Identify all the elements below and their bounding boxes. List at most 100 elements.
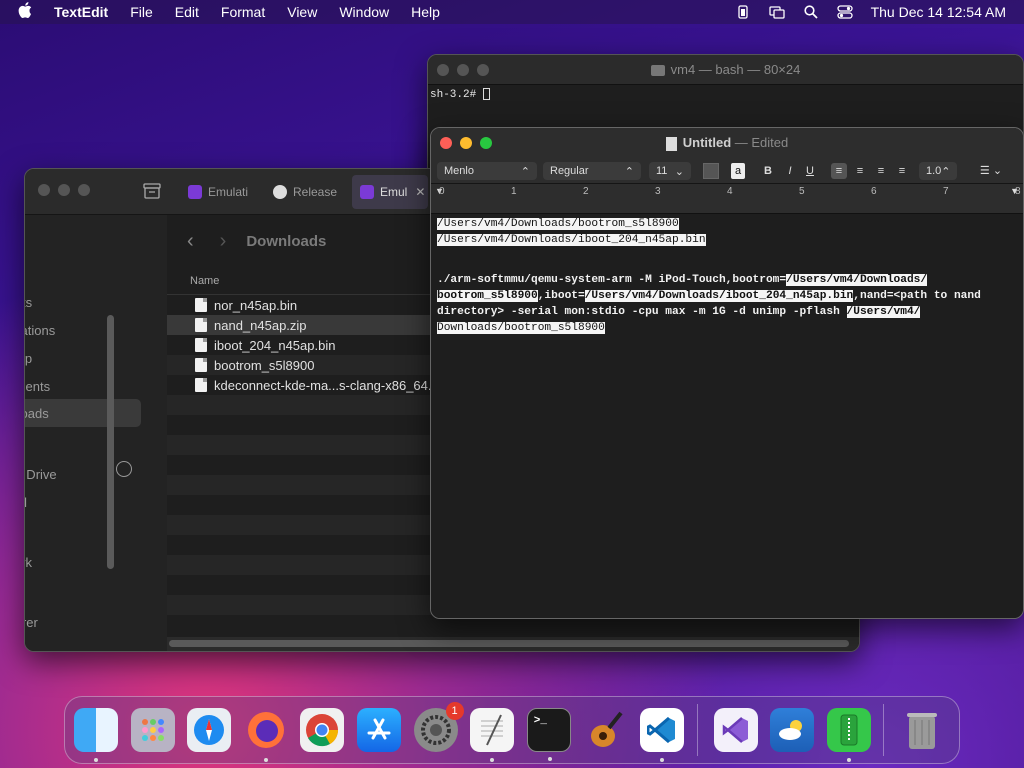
- menu-bar: TextEdit File Edit Format View Window He…: [0, 0, 1024, 24]
- weather-dock-icon[interactable]: [770, 708, 815, 752]
- textedit-titlebar[interactable]: Untitled — Edited: [431, 128, 1023, 158]
- italic-button[interactable]: I: [783, 163, 797, 179]
- file-name: iboot_204_n45ap.bin: [214, 337, 336, 353]
- zoom-button[interactable]: [477, 64, 489, 76]
- terminal-dock-icon[interactable]: >_: [526, 708, 571, 761]
- firefox-dock-icon[interactable]: [244, 708, 288, 762]
- running-indicator: [659, 758, 664, 762]
- close-tab-icon[interactable]: ✕: [415, 185, 425, 199]
- sidebar-item-label: wnloads: [25, 406, 49, 421]
- ruler-number: 6: [871, 186, 877, 197]
- forward-chevron-icon[interactable]: ›: [220, 230, 227, 253]
- zoom-button[interactable]: [480, 137, 492, 149]
- close-button[interactable]: [440, 137, 452, 149]
- close-button[interactable]: [437, 64, 449, 76]
- archive-utility-dock-icon[interactable]: [826, 708, 871, 762]
- launchpad-dock-icon[interactable]: [130, 708, 175, 752]
- sidebar-item-documents[interactable]: cuments: [25, 379, 50, 394]
- align-left-icon[interactable]: ≡: [831, 163, 847, 179]
- menu-view[interactable]: View: [276, 4, 328, 20]
- align-right-icon[interactable]: ≡: [873, 163, 889, 179]
- menu-edit[interactable]: Edit: [164, 4, 210, 20]
- sidebar-item-network[interactable]: twork: [25, 555, 32, 570]
- apple-menu-icon[interactable]: [0, 1, 43, 23]
- ruler-number: 3: [655, 186, 661, 197]
- minimize-button[interactable]: [457, 64, 469, 76]
- tab-releases[interactable]: Release: [265, 175, 347, 209]
- terminal-prompt: sh-3.2#: [430, 88, 483, 101]
- tab-emulation-2[interactable]: Emul ✕: [352, 175, 428, 209]
- terminal-titlebar[interactable]: vm4 — bash — 80×24: [428, 55, 1023, 85]
- vscode-dock-icon[interactable]: [639, 708, 684, 762]
- visual-studio-dock-icon[interactable]: [713, 708, 758, 752]
- archive-icon[interactable]: [143, 183, 161, 204]
- finder-sidebar: s cents plications sktop cuments wnloads…: [25, 215, 167, 651]
- location-title: Downloads: [246, 232, 327, 250]
- align-justify-icon[interactable]: ≡: [894, 163, 910, 179]
- running-indicator: [846, 758, 851, 762]
- format-toolbar: Menlo ⌃ Regular ⌃ 11 ⌄ a B I U ≡ ≡ ≡ ≡ 1.0 ⌃…: [431, 158, 1023, 184]
- line-spacing-select[interactable]: 1.0 ⌃: [919, 162, 957, 180]
- tab-emulation-1[interactable]: Emulati: [180, 175, 260, 209]
- back-chevron-icon[interactable]: ‹: [187, 230, 194, 253]
- sidebar-item-downloads[interactable]: wnloads: [25, 399, 141, 427]
- minimize-button[interactable]: [460, 137, 472, 149]
- doc-command-text: ,iboot=: [537, 290, 585, 302]
- spotlight-search-icon[interactable]: [799, 0, 823, 24]
- list-bullets-icon[interactable]: ☰ ⌄: [971, 163, 1011, 179]
- zoom-button[interactable]: [78, 184, 90, 196]
- document-body[interactable]: /Users/vm4/Downloads/bootrom_s5l8900 /Us…: [431, 214, 1023, 618]
- scrollbar-thumb[interactable]: [169, 640, 849, 647]
- file-icon: [195, 358, 207, 372]
- sidebar-item-desktop[interactable]: sktop: [25, 351, 32, 366]
- file-icon: [195, 338, 207, 352]
- font-family-select[interactable]: Menlo ⌃: [437, 162, 537, 180]
- menu-file[interactable]: File: [119, 4, 164, 20]
- sidebar-item-tag[interactable]: wrerer: [25, 615, 38, 630]
- ruler-number: 0: [439, 186, 445, 197]
- finder-dock-icon[interactable]: [74, 708, 118, 762]
- terminal-title: vm4 — bash — 80×24: [670, 62, 801, 77]
- ruler[interactable]: ▼ ▼ 0 1 2 3 4 5 6 7 8: [431, 184, 1023, 214]
- chrome-dock-icon[interactable]: [300, 708, 345, 752]
- minimize-button[interactable]: [58, 184, 70, 196]
- menu-window[interactable]: Window: [328, 4, 400, 20]
- horizontal-scrollbar[interactable]: [167, 637, 859, 651]
- dock-separator: [883, 704, 885, 756]
- ruler-number: 8: [1015, 186, 1021, 197]
- garageband-dock-icon[interactable]: [583, 708, 627, 752]
- screen-mirroring-icon[interactable]: [765, 0, 789, 24]
- safari-dock-icon[interactable]: [187, 708, 232, 752]
- align-center-icon[interactable]: ≡: [852, 163, 868, 179]
- running-indicator: [94, 758, 98, 762]
- document-icon: [665, 136, 677, 151]
- doc-line: /Users/vm4/Downloads/iboot_204_n45ap.bin: [437, 234, 706, 246]
- sidebar-item-icloud-drive[interactable]: oud Drive: [25, 467, 57, 482]
- font-size-select[interactable]: 11 ⌄: [649, 162, 691, 180]
- textedit-dock-icon[interactable]: [470, 708, 515, 762]
- control-center-icon[interactable]: [833, 0, 857, 24]
- font-style-select[interactable]: Regular ⌃: [543, 162, 641, 180]
- sidebar-scrollbar[interactable]: [107, 315, 114, 569]
- close-button[interactable]: [38, 184, 50, 196]
- text-color-swatch[interactable]: [703, 163, 719, 179]
- trash-dock-icon[interactable]: [900, 708, 944, 752]
- menubar-clock[interactable]: Thu Dec 14 12:54 AM: [867, 4, 1024, 20]
- terminal-content[interactable]: sh-3.2#: [428, 85, 1023, 104]
- menu-help[interactable]: Help: [400, 4, 451, 20]
- sidebar-item-recents[interactable]: cents: [25, 295, 32, 310]
- menu-format[interactable]: Format: [210, 4, 276, 20]
- tab-label: Release: [293, 185, 338, 199]
- file-name: bootrom_s5l8900: [214, 357, 315, 373]
- dock: 1 >_: [64, 696, 960, 764]
- highlight-color-icon[interactable]: a: [731, 163, 745, 179]
- underline-button[interactable]: U: [803, 163, 817, 179]
- app-store-dock-icon[interactable]: [356, 708, 401, 752]
- bold-button[interactable]: B: [761, 163, 775, 179]
- system-settings-dock-icon[interactable]: 1: [413, 702, 464, 752]
- sidebar-item-shared[interactable]: ared: [25, 495, 27, 510]
- battery-status-icon[interactable]: [731, 0, 755, 24]
- progress-icon: [116, 461, 132, 477]
- app-menu-textedit[interactable]: TextEdit: [43, 4, 119, 20]
- sidebar-item-applications[interactable]: plications: [25, 323, 55, 338]
